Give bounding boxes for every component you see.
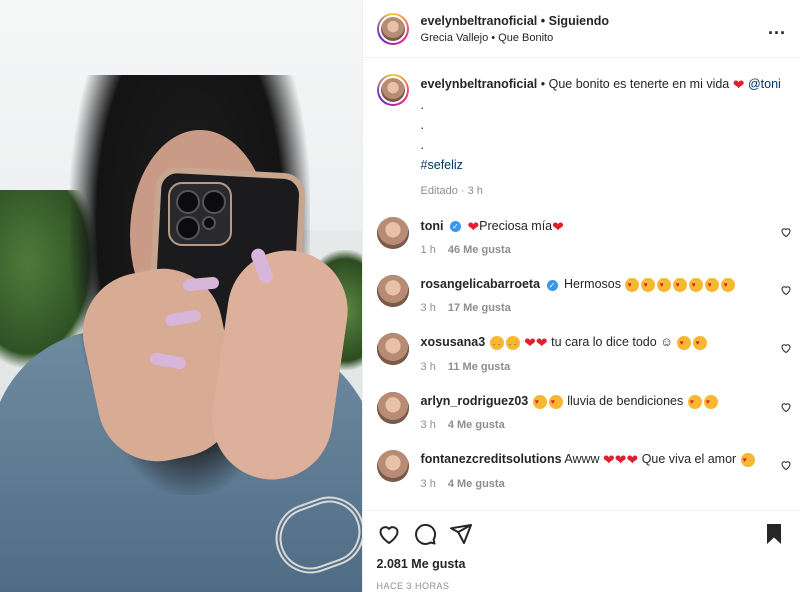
comment-likes[interactable]: 4 Me gusta xyxy=(448,419,505,431)
verified-icon: ✓ xyxy=(546,279,558,291)
hearts-face-emoji-icon xyxy=(677,335,692,353)
like-comment-heart-icon[interactable] xyxy=(780,459,792,471)
comment-time: 1 h xyxy=(420,244,436,257)
separator-dot: • xyxy=(540,13,546,28)
caption-dot: . xyxy=(420,117,425,132)
like-comment-heart-icon[interactable] xyxy=(780,401,792,413)
caption-username[interactable]: evelynbeltranoficial xyxy=(421,77,538,91)
commenter-avatar[interactable] xyxy=(376,275,409,308)
post-header: evelynbeltranoficial • Siguiendo Grecia … xyxy=(362,0,800,58)
post-caption: evelynbeltranoficial • Que bonito es ten… xyxy=(363,58,800,201)
heart-eyes-emoji-icon xyxy=(625,277,640,295)
caption-dot: . xyxy=(420,97,425,112)
comment-icon[interactable] xyxy=(413,522,437,546)
heart-eyes-emoji-icon xyxy=(641,277,656,295)
comment-text: Hermosos xyxy=(564,277,621,292)
comment-likes[interactable]: 11 Me gusta xyxy=(448,361,510,373)
heart-eyes-emoji-icon xyxy=(703,394,718,412)
commenter-avatar[interactable] xyxy=(376,392,409,425)
following-button[interactable]: Siguiendo xyxy=(549,14,609,28)
comment-text: lluvia de bendiciones xyxy=(567,394,684,409)
comment-time: 3 h xyxy=(420,361,436,374)
commenter-avatar[interactable] xyxy=(376,333,409,366)
comment-item: arlyn_rodriguez03 lluvia de bendiciones … xyxy=(363,392,800,434)
heart-eyes-emoji-icon xyxy=(689,277,704,295)
owner-avatar[interactable] xyxy=(376,74,409,106)
comment-username: xosusana3 xyxy=(420,335,486,350)
caption-text: • Que bonito es tenerte en mi vida xyxy=(540,77,730,91)
heart-eyes-emoji-icon xyxy=(687,394,702,412)
heart-emoji-icon: ❤ xyxy=(603,451,615,468)
action-bar xyxy=(377,511,786,557)
heart-eyes-emoji-icon xyxy=(532,394,547,412)
post-footer: 2.081 Me gusta HACE 3 HORAS xyxy=(362,510,800,592)
commenter-avatar[interactable] xyxy=(376,450,409,483)
comment-time: 3 h xyxy=(420,477,436,490)
owner-avatar[interactable] xyxy=(376,12,409,45)
owner-username[interactable]: evelynbeltranoficial xyxy=(421,14,538,28)
heart-emoji-icon: ❤ xyxy=(467,218,480,235)
sad-emoji-icon xyxy=(505,335,520,353)
more-icon[interactable]: ... xyxy=(768,18,786,39)
heart-eyes-emoji-icon xyxy=(673,277,688,295)
heart-emoji-icon: ❤ xyxy=(626,451,639,468)
comment-item: toni ✓ ❤Preciosa mía❤ 1 h 46 Me gusta xyxy=(363,216,800,260)
comment-item: fontanezcreditsolutions Awww ❤❤❤ Que viv… xyxy=(363,450,800,493)
hearts-face-emoji-icon xyxy=(693,335,708,353)
comment-likes[interactable]: 4 Me gusta xyxy=(448,478,505,490)
post-timestamp: HACE 3 HORAS xyxy=(376,581,450,591)
comment-username[interactable]: toni xyxy=(421,219,444,233)
heart-icon[interactable] xyxy=(377,522,401,546)
mention-link[interactable]: @toni xyxy=(748,77,781,91)
like-comment-heart-icon[interactable] xyxy=(780,342,792,354)
share-icon[interactable] xyxy=(449,522,473,546)
heart-emoji-icon: ❤ xyxy=(535,335,548,352)
comments-list[interactable]: evelynbeltranoficial • Que bonito es ten… xyxy=(363,58,800,510)
comment-username[interactable]: rosangelicabarroeta xyxy=(421,277,541,291)
caption-dot: . xyxy=(420,137,425,152)
comment-time: 3 h xyxy=(420,302,436,315)
hashtag-link[interactable]: #sefeliz xyxy=(421,155,781,175)
comment-likes[interactable]: 46 Me gusta xyxy=(448,244,511,256)
heart-emoji-icon: ❤ xyxy=(552,218,564,235)
like-comment-heart-icon[interactable] xyxy=(780,284,792,296)
commenter-avatar[interactable] xyxy=(376,216,409,249)
comment-text: tu cara lo dice todo ☺ xyxy=(551,335,673,350)
comment-item: rosangelicabarroeta ✓ Hermosos 3 h 17 Me … xyxy=(363,275,800,317)
heart-emoji-icon: ❤ xyxy=(524,335,536,352)
audio-link[interactable]: Grecia Vallejo • Que Bonito xyxy=(421,32,768,44)
comment-username[interactable]: fontanezcreditsolutions xyxy=(421,452,562,466)
post-viewer: evelynbeltranoficial • Siguiendo Grecia … xyxy=(0,0,800,592)
heart-eyes-emoji-icon xyxy=(721,277,736,295)
heart-eyes-emoji-icon xyxy=(740,452,755,470)
heart-emoji-icon: ❤ xyxy=(614,451,627,468)
post-likes-count[interactable]: 2.081 Me gusta xyxy=(377,557,786,571)
comment-text: Preciosa mía xyxy=(479,218,553,233)
post-side-panel: evelynbeltranoficial • Siguiendo Grecia … xyxy=(361,0,800,592)
verified-icon: ✓ xyxy=(449,220,461,232)
heart-eyes-emoji-icon xyxy=(548,394,563,412)
comment-likes[interactable]: 17 Me gusta xyxy=(448,302,511,314)
comment-username[interactable]: arlyn_rodriguez03 xyxy=(421,394,529,408)
heart-eyes-emoji-icon xyxy=(657,277,672,295)
comment-text-2: Que viva el amor xyxy=(641,452,737,467)
comment-item: xosusana3 ❤❤ tu cara lo dice todo ☺ 3 h 1… xyxy=(363,333,800,376)
like-comment-heart-icon[interactable] xyxy=(780,226,792,238)
bookmark-icon[interactable] xyxy=(762,522,786,546)
sad-emoji-icon xyxy=(489,335,504,353)
comment-text: Awww xyxy=(564,452,600,467)
phone-camera xyxy=(168,182,232,246)
heart-eyes-emoji-icon xyxy=(705,277,720,295)
caption-edited: Editado · 3 h xyxy=(420,184,483,197)
heart-emoji-icon: ❤ xyxy=(732,76,745,93)
post-photo[interactable] xyxy=(0,0,362,592)
comment-time: 3 h xyxy=(420,419,436,432)
